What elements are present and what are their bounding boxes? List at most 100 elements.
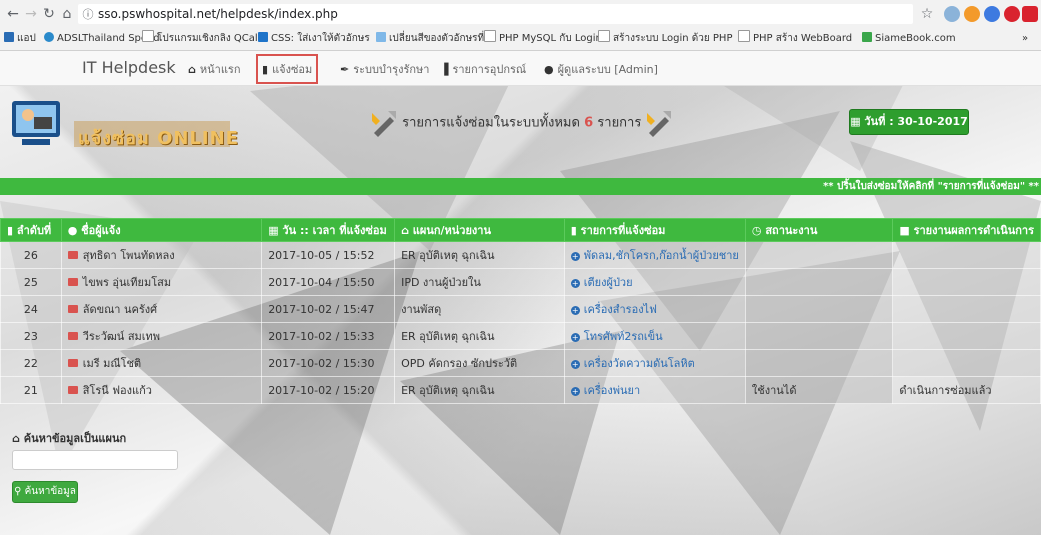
more-bookmarks[interactable]: » [1022, 28, 1028, 50]
cell-report [892, 241, 1041, 269]
top-navbar: IT Helpdesk ⌂ หน้าแรก ▮ แจ้งซ่อม ✒ ระบบบำรุ… [0, 51, 1041, 86]
nav-report-repair[interactable]: ▮ แจ้งซ่อม [255, 54, 319, 84]
brand-link[interactable]: IT Helpdesk [82, 58, 176, 77]
extension-icon[interactable] [1022, 6, 1038, 22]
cell-status [744, 295, 894, 323]
cell-dept: ER อุบัติเหตุ ฉุกเฉิน [394, 241, 565, 269]
cell-report [892, 268, 1041, 296]
cell-item[interactable]: + เตียงผู้ป่วย [563, 268, 746, 296]
file-icon: ▮ [262, 63, 269, 76]
star-icon[interactable]: ☆ [918, 5, 936, 23]
cell-datetime: 2017-10-02 / 15:30 [261, 349, 396, 377]
search-button[interactable]: ⚲ ค้นหาข้อมูล [12, 481, 78, 503]
search-input[interactable] [12, 450, 178, 470]
site-logo: แจ้งซ่อม ONLINE [8, 91, 246, 161]
forward-icon[interactable]: → [22, 5, 40, 23]
summary-prefix: รายการแจ้งซ่อมในระบบทั้งหมด [402, 115, 580, 131]
search-icon: ⚲ [14, 486, 25, 497]
cell-status: ใช้งานได้ [744, 376, 894, 404]
flag-icon [67, 278, 78, 286]
col-header-datetime: ▦ วัน :: เวลา ที่แจ้งซ่อม [261, 218, 396, 242]
table-row: 25 ไขพร อุ่นเทียมโสม 2017-10-04 / 15:50 IPD… [0, 268, 1041, 296]
repair-item-link[interactable]: โทรศัพท์2รถเข็น [584, 330, 663, 343]
bookmark-item[interactable]: สร้างระบบ Login ด้วย PHP [598, 28, 732, 50]
summary-suffix: รายการ [597, 115, 642, 131]
repair-table: ▮ ลำดับที่ ● ชื่อผู้แจ้ง ▦ วัน :: เวลา ท… [0, 218, 1041, 404]
cell-item[interactable]: + พัดลม,ชักโครก,ก๊อกน้ำผู้ป่วยชาย [563, 241, 746, 269]
page: IT Helpdesk ⌂ หน้าแรก ▮ แจ้งซ่อม ✒ ระบบบำรุ… [0, 51, 1041, 535]
cell-name: สิโรนี ฟองแก้ว [60, 376, 263, 404]
home-icon: ⌂ [401, 224, 413, 237]
page-icon [738, 30, 750, 42]
cell-item[interactable]: + โทรศัพท์2รถเข็น [563, 322, 746, 350]
clock-icon: ◷ [751, 224, 766, 237]
cell-item[interactable]: + เครื่องวัดความดันโลหิต [563, 349, 746, 377]
bookmark-item[interactable]: เปลี่ยนสีของตัวอักษรที่ [376, 28, 484, 50]
cell-name: เมรี มณีโชติ [60, 349, 263, 377]
cell-datetime: 2017-10-05 / 15:52 [261, 241, 396, 269]
bookmark-item[interactable]: CSS: ใส่เงาให้ตัวอักษร [258, 28, 370, 50]
bookmark-apps[interactable]: แอป [4, 28, 36, 50]
cell-item[interactable]: + เครื่องสำรองไฟ [563, 295, 746, 323]
browser-chrome: ← → ↻ ⌂ ⓘ sso.pswhospital.net/helpdesk/in… [0, 0, 1041, 51]
repair-item-link[interactable]: เครื่องวัดความดันโลหิต [584, 357, 695, 370]
info-icon[interactable]: ⓘ [78, 5, 98, 25]
wrench-icon: ✒ [340, 63, 350, 76]
table-row: 22 เมรี มณีโชติ 2017-10-02 / 15:30 OPD คัดก… [0, 349, 1041, 377]
bookmark-icon [44, 32, 54, 42]
extension-icon[interactable] [984, 6, 1000, 22]
cell-report [892, 295, 1041, 323]
extension-icon[interactable] [964, 6, 980, 22]
back-icon[interactable]: ← [4, 5, 22, 23]
col-header-name: ● ชื่อผู้แจ้ง [60, 218, 263, 242]
nav-home[interactable]: ⌂ หน้าแรก [188, 60, 240, 78]
home-icon: ⌂ [12, 432, 24, 445]
cell-dept: OPD คัดกรอง ซักประวัติ [394, 349, 565, 377]
col-header-item: ▮ รายการที่แจ้งซ่อม [563, 218, 746, 242]
home-icon: ⌂ [188, 63, 196, 76]
table-row: 23 วีระวัฒน์ สมเทพ 2017-10-02 / 15:33 ER อุ… [0, 322, 1041, 350]
cell-report [892, 349, 1041, 377]
search-label: ⌂ ค้นหาข้อมูลเป็นแผนก [12, 432, 127, 445]
cell-name: สุทธิดา โพนทัดหลง [60, 241, 263, 269]
nav-maintenance[interactable]: ✒ ระบบบำรุงรักษา [340, 60, 429, 78]
bookmark-item[interactable]: SiameBook.com [862, 28, 956, 50]
table-row: 24 ลัดขณา นครังศ์ 2017-10-02 / 15:47 งานพัส… [0, 295, 1041, 323]
flag-icon [67, 386, 78, 394]
summary-count: 6 [584, 115, 594, 131]
cell-no: 22 [0, 349, 62, 377]
cell-status [744, 241, 894, 269]
repair-item-link[interactable]: เตียงผู้ป่วย [584, 276, 633, 289]
flag-icon [67, 359, 78, 367]
bookmarks-bar: แอป ADSLThailand Speed โปรแกรมเชิงกลิง Q… [0, 28, 1041, 50]
nav-admin[interactable]: ● ผู้ดูแลระบบ [Admin] [544, 60, 658, 78]
address-bar[interactable]: ⓘ sso.pswhospital.net/helpdesk/index.php [78, 4, 913, 24]
flag-icon [67, 305, 78, 313]
col-header-no: ▮ ลำดับที่ [0, 218, 62, 242]
extension-icon[interactable] [944, 6, 960, 22]
nav-equipment[interactable]: ▐ รายการอุปกรณ์ [440, 60, 526, 78]
repair-item-link[interactable]: พัดลม,ชักโครก,ก๊อกน้ำผู้ป่วยชาย [584, 249, 739, 262]
bookmark-item[interactable]: โปรแกรมเชิงกลิง QCall [142, 28, 260, 50]
reload-icon[interactable]: ↻ [40, 5, 58, 23]
home-icon[interactable]: ⌂ [58, 5, 76, 23]
plus-circle-icon: + [570, 360, 580, 369]
plus-circle-icon: + [570, 252, 580, 261]
adblock-icon[interactable] [1004, 6, 1020, 22]
cell-no: 25 [0, 268, 62, 296]
cell-status [744, 349, 894, 377]
plus-circle-icon: + [570, 279, 580, 288]
repair-item-link[interactable]: เครื่องพ่นยา [584, 384, 640, 397]
user-icon: ● [544, 63, 554, 76]
bookmark-item[interactable]: PHP MySQL กับ Login [484, 28, 602, 50]
page-icon [484, 30, 496, 42]
bookmark-item[interactable]: PHP สร้าง WebBoard [738, 28, 852, 50]
tools-icon [645, 109, 673, 137]
repair-item-link[interactable]: เครื่องสำรองไฟ [584, 303, 657, 316]
plus-circle-icon: + [570, 333, 580, 342]
table-row: 26 สุทธิดา โพนทัดหลง 2017-10-05 / 15:52 ER … [0, 241, 1041, 269]
calendar-icon: ▦ [268, 224, 283, 237]
calendar-icon: ▦ [850, 115, 865, 128]
cell-item[interactable]: + เครื่องพ่นยา [563, 376, 746, 404]
marquee-text: ** ปริ้นใบส่งซ่อมให้คลิกที่ "รายการที่แจ… [823, 181, 1039, 192]
